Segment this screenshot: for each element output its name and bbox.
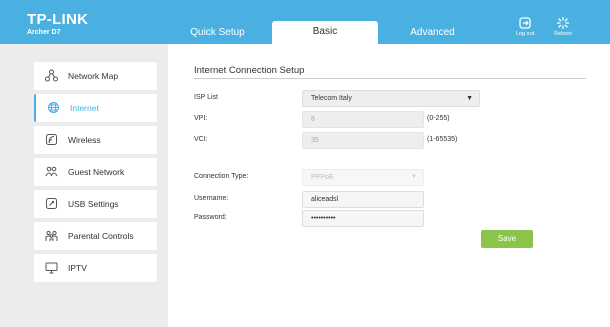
usb-icon <box>45 197 58 210</box>
vpi-label: VPI: <box>194 115 208 122</box>
section-title: Internet Connection Setup <box>194 65 305 76</box>
main-panel: Internet Connection Setup ISP List Telec… <box>168 44 610 327</box>
logout-icon <box>512 16 538 30</box>
vpi-range: (0-255) <box>427 115 450 122</box>
sidebar-item-label: Internet <box>70 103 99 113</box>
globe-icon <box>47 101 60 114</box>
password-field[interactable]: •••••••••• <box>302 210 424 227</box>
wireless-icon <box>45 133 58 146</box>
vci-field[interactable]: 35 <box>302 132 424 149</box>
vci-range: (1-65535) <box>427 136 458 143</box>
save-button[interactable]: Save <box>481 230 533 248</box>
reboot-icon <box>550 16 576 30</box>
username-label: Username: <box>194 195 229 202</box>
sidebar-item-label: IPTV <box>68 263 87 273</box>
tab-quick-setup[interactable]: Quick Setup <box>170 22 265 44</box>
vpi-field[interactable]: 8 <box>302 111 424 128</box>
vci-label: VCI: <box>194 136 208 143</box>
sidebar-item-label: Guest Network <box>68 167 125 177</box>
reboot-button[interactable]: Reboot <box>550 16 576 38</box>
network-map-icon <box>45 69 58 82</box>
sidebar-item-label: Network Map <box>68 71 119 81</box>
sidebar-item-iptv[interactable]: IPTV <box>34 254 157 282</box>
sidebar-item-usb-settings[interactable]: USB Settings <box>34 190 157 218</box>
isp-list-select[interactable]: Telecom Italy ▼ <box>302 90 480 107</box>
isp-list-label: ISP List <box>194 94 218 101</box>
chevron-down-icon: ▼ <box>411 174 417 180</box>
parental-controls-icon <box>45 229 58 242</box>
sidebar-item-parental-controls[interactable]: Parental Controls <box>34 222 157 250</box>
sidebar-item-label: USB Settings <box>68 199 119 209</box>
connection-type-label: Connection Type: <box>194 173 249 180</box>
sidebar-item-network-map[interactable]: Network Map <box>34 62 157 90</box>
isp-list-value: Telecom Italy <box>311 95 352 102</box>
chevron-down-icon: ▼ <box>466 95 473 102</box>
sidebar-item-guest-network[interactable]: Guest Network <box>34 158 157 186</box>
brand-logo: TP-LINK Archer D7 <box>27 12 88 37</box>
reboot-label: Reboot <box>554 31 572 37</box>
password-label: Password: <box>194 214 227 221</box>
username-field[interactable]: aliceadsl <box>302 191 424 208</box>
logout-label: Log out <box>515 31 535 37</box>
top-bar: TP-LINK Archer D7 Quick Setup Basic Adva… <box>0 0 610 44</box>
tv-icon <box>45 261 58 274</box>
connection-type-select[interactable]: PPPoE ▼ <box>302 169 424 186</box>
tab-basic[interactable]: Basic <box>272 21 378 44</box>
tab-advanced[interactable]: Advanced <box>385 22 480 44</box>
sidebar-item-label: Wireless <box>68 135 101 145</box>
section-divider <box>194 78 586 79</box>
logout-button[interactable]: Log out <box>512 16 538 38</box>
sidebar-item-wireless[interactable]: Wireless <box>34 126 157 154</box>
guest-network-icon <box>45 165 58 178</box>
model-name: Archer D7 <box>27 29 61 36</box>
sidebar-item-label: Parental Controls <box>68 231 134 241</box>
sidebar-item-internet[interactable]: Internet <box>34 94 157 122</box>
brand-name: TP-LINK <box>27 11 89 28</box>
connection-type-value: PPPoE <box>311 174 334 181</box>
